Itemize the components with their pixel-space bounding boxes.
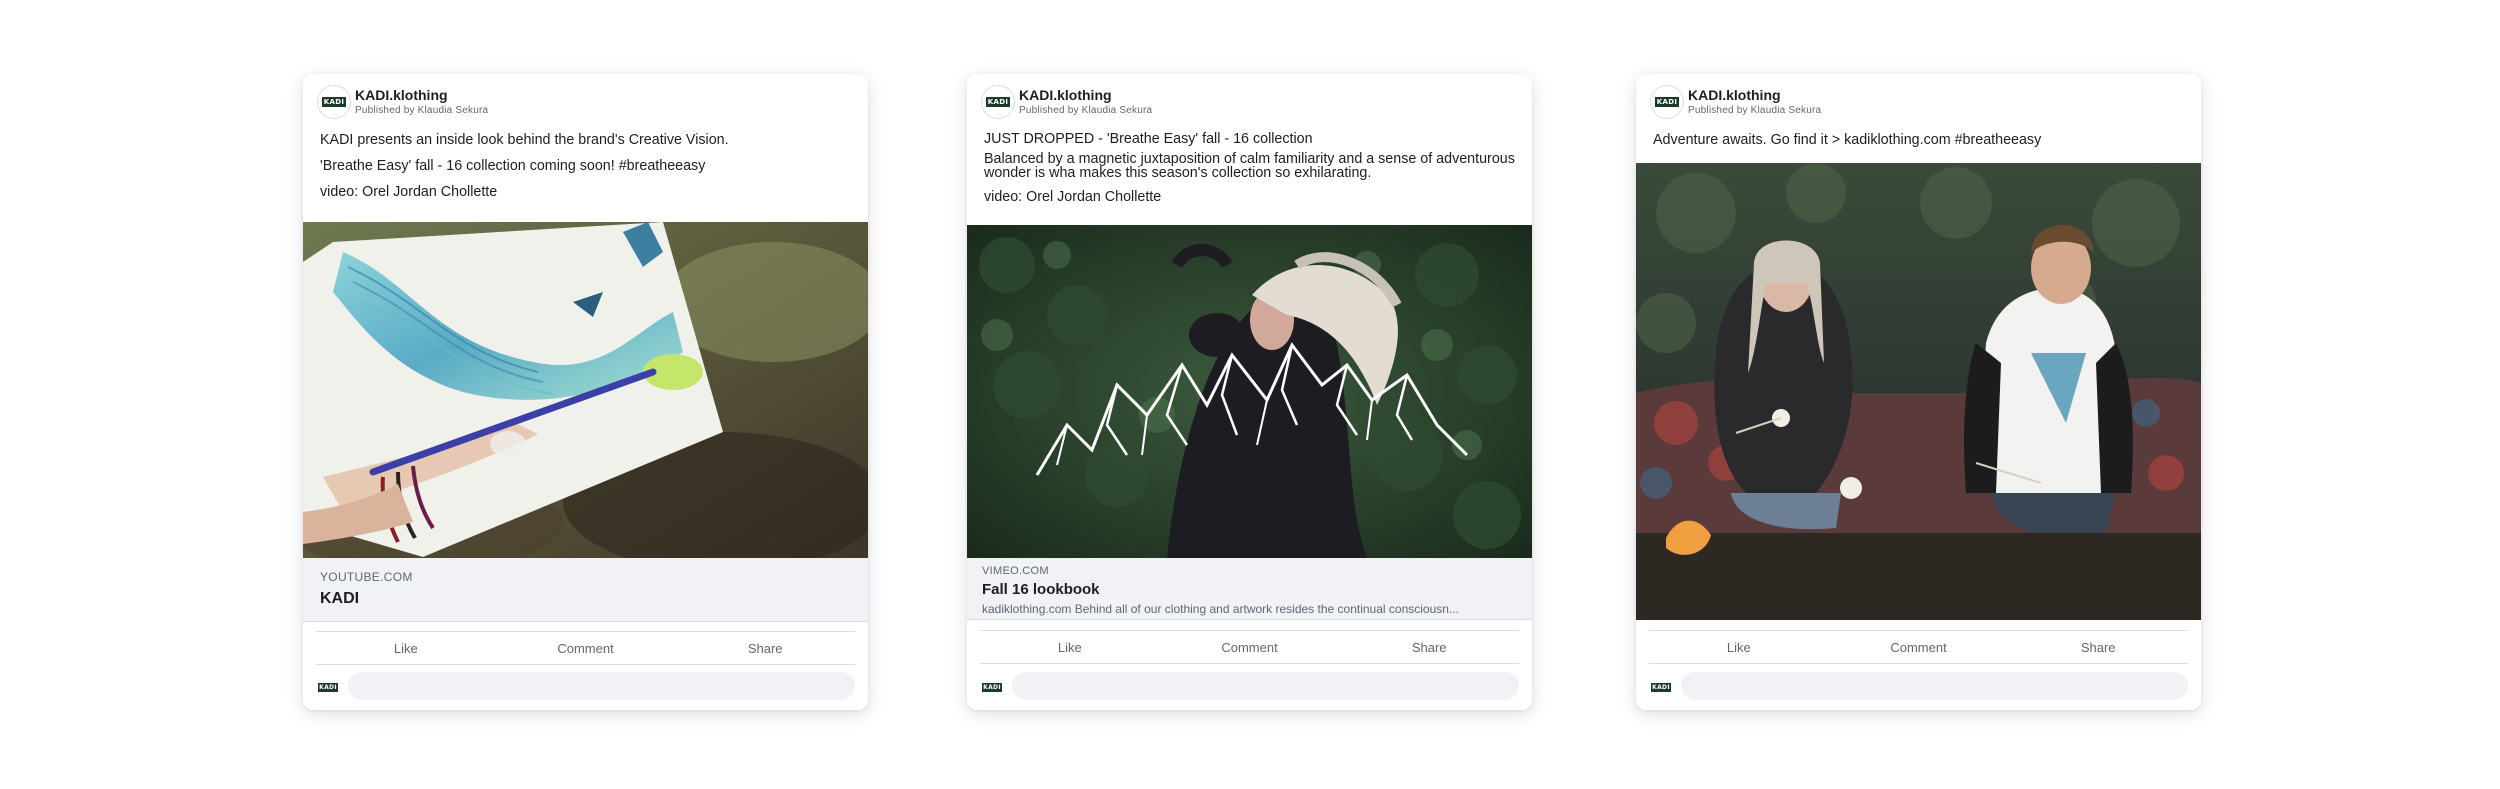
comment-button[interactable]: Comment bbox=[1160, 640, 1340, 655]
kadi-logo: KADI bbox=[1654, 97, 1680, 107]
like-button[interactable]: Like bbox=[980, 640, 1160, 655]
painting-hand-image bbox=[303, 222, 868, 558]
published-by: Published by Klaudia Sekura bbox=[1019, 105, 1153, 116]
kadi-logo: KADI bbox=[321, 97, 347, 107]
page-name[interactable]: KADI.klothing bbox=[1019, 87, 1112, 103]
link-domain: YOUTUBE.COM bbox=[320, 570, 413, 584]
link-preview[interactable]: VIMEO.COM Fall 16 lookbook kadiklothing.… bbox=[967, 558, 1532, 620]
link-preview[interactable]: YOUTUBE.COM KADI bbox=[303, 558, 868, 622]
action-bar: Like Comment Share bbox=[980, 630, 1519, 664]
couple-campfire-image bbox=[1636, 163, 2201, 620]
action-bar: Like Comment Share bbox=[1649, 630, 2188, 664]
post-text: KADI presents an inside look behind the … bbox=[303, 120, 868, 200]
page-avatar[interactable]: KADI bbox=[1650, 85, 1684, 119]
published-by: Published by Klaudia Sekura bbox=[1688, 105, 1822, 116]
mountain-overlay-image bbox=[967, 225, 1532, 558]
kadi-logo: KADI bbox=[318, 682, 338, 692]
post-header: KADI KADI.klothing Published by Klaudia … bbox=[1636, 74, 2201, 120]
post-header: KADI KADI.klothing Published by Klaudia … bbox=[967, 74, 1532, 120]
commenter-avatar: KADI bbox=[1649, 675, 1673, 699]
link-domain: VIMEO.COM bbox=[982, 565, 1049, 577]
comment-row: KADI bbox=[980, 670, 1519, 702]
share-button[interactable]: Share bbox=[675, 641, 855, 656]
comment-row: KADI bbox=[316, 670, 855, 702]
page-name[interactable]: KADI.klothing bbox=[355, 87, 448, 103]
share-button[interactable]: Share bbox=[2008, 640, 2188, 655]
like-button[interactable]: Like bbox=[1649, 640, 1829, 655]
comment-button[interactable]: Comment bbox=[496, 641, 676, 656]
commenter-avatar: KADI bbox=[316, 675, 340, 699]
kadi-logo: KADI bbox=[982, 682, 1002, 692]
post-text: Adventure awaits. Go find it > kadikloth… bbox=[1636, 120, 2201, 148]
action-bar: Like Comment Share bbox=[316, 631, 855, 665]
post-text-line: JUST DROPPED - 'Breathe Easy' fall - 16 … bbox=[984, 131, 1313, 147]
post-text: JUST DROPPED - 'Breathe Easy' fall - 16 … bbox=[967, 120, 1532, 204]
comment-input[interactable] bbox=[348, 672, 855, 700]
post-card: KADI KADI.klothing Published by Klaudia … bbox=[303, 74, 868, 710]
video-thumbnail[interactable] bbox=[967, 225, 1532, 558]
published-by: Published by Klaudia Sekura bbox=[355, 105, 489, 116]
share-button[interactable]: Share bbox=[1339, 640, 1519, 655]
post-text-line: video: Orel Jordan Chollette bbox=[984, 189, 1162, 205]
comment-button[interactable]: Comment bbox=[1829, 640, 2009, 655]
comment-row: KADI bbox=[1649, 670, 2188, 702]
post-text-line: Balanced by a magnetic juxtaposition of … bbox=[984, 151, 1515, 181]
post-text-line: 'Breathe Easy' fall - 16 collection comi… bbox=[320, 158, 706, 174]
kadi-logo: KADI bbox=[1651, 682, 1671, 692]
comment-input[interactable] bbox=[1681, 672, 2188, 700]
page-name[interactable]: KADI.klothing bbox=[1688, 87, 1781, 103]
comment-input[interactable] bbox=[1012, 672, 1519, 700]
commenter-avatar: KADI bbox=[980, 675, 1004, 699]
link-title: KADI bbox=[320, 590, 360, 607]
post-card: KADI KADI.klothing Published by Klaudia … bbox=[967, 74, 1532, 710]
link-title: Fall 16 lookbook bbox=[982, 581, 1100, 598]
post-photo[interactable] bbox=[1636, 163, 2201, 620]
like-button[interactable]: Like bbox=[316, 641, 496, 656]
post-header: KADI KADI.klothing Published by Klaudia … bbox=[303, 74, 868, 120]
video-thumbnail[interactable] bbox=[303, 222, 868, 558]
kadi-logo: KADI bbox=[985, 97, 1011, 107]
page-avatar[interactable]: KADI bbox=[317, 85, 351, 119]
page-avatar[interactable]: KADI bbox=[981, 85, 1015, 119]
post-text-line: KADI presents an inside look behind the … bbox=[320, 132, 729, 148]
post-text-line: Adventure awaits. Go find it > kadikloth… bbox=[1653, 132, 2042, 148]
post-text-line: video: Orel Jordan Chollette bbox=[320, 184, 498, 200]
post-card: KADI KADI.klothing Published by Klaudia … bbox=[1636, 74, 2201, 710]
link-description: kadiklothing.com Behind all of our cloth… bbox=[982, 602, 1459, 616]
